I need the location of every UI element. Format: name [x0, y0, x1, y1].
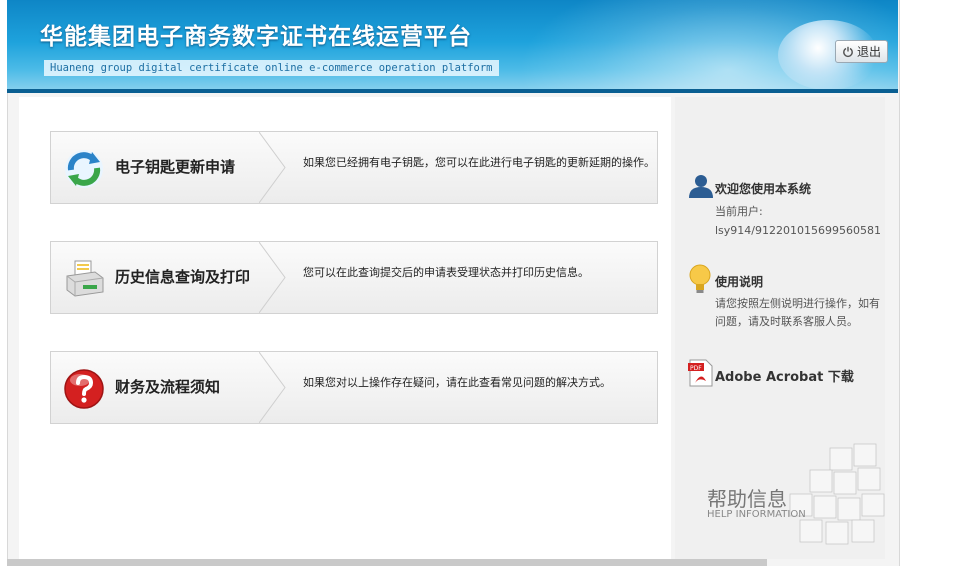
- card-history-query[interactable]: 历史信息查询及打印 您可以在此查询提交后的申请表受理状态并打印历史信息。: [50, 241, 658, 314]
- svg-text:PDF: PDF: [690, 365, 702, 372]
- cubes-illustration: [789, 443, 885, 545]
- lightbulb-icon: [689, 264, 711, 293]
- user-icon: [689, 175, 713, 198]
- page-title: 华能集团电子商务数字证书在线运营平台: [40, 24, 472, 50]
- header-banner: 华能集团电子商务数字证书在线运营平台 Huaneng group digital…: [7, 0, 898, 93]
- card-key-renewal[interactable]: 电子钥匙更新申请 如果您已经拥有电子钥匙，您可以在此进行电子钥匙的更新延期的操作…: [50, 131, 658, 204]
- printer-icon: [66, 260, 104, 297]
- card-label: 财务及流程须知: [115, 378, 221, 396]
- separator-arrow: [259, 242, 286, 313]
- separator-arrow: [259, 132, 286, 203]
- card-label: 历史信息查询及打印: [115, 268, 251, 286]
- power-icon: [843, 46, 853, 57]
- card-description: 您可以在此查询提交后的申请表受理状态并打印历史信息。: [303, 266, 589, 279]
- card-label: 电子钥匙更新申请: [115, 158, 236, 176]
- separator-arrow: [259, 352, 286, 423]
- help-title: 帮助信息: [707, 487, 787, 511]
- pdf-icon: PDF: [688, 359, 713, 387]
- usage-title: 使用说明: [715, 275, 764, 289]
- current-user-label: 当前用户:: [715, 205, 763, 218]
- card-finance-process[interactable]: 财务及流程须知 如果您对以上操作存在疑问，请在此查看常见问题的解决方式。: [50, 351, 658, 424]
- card-description: 如果您对以上操作存在疑问，请在此查看常见问题的解决方式。: [303, 376, 611, 389]
- welcome-title: 欢迎您使用本系统: [715, 182, 812, 196]
- logout-label: 退出: [856, 45, 881, 59]
- usage-text: 请您按照左侧说明进行操作，如有问题，请及时联系客服人员。: [715, 297, 880, 328]
- card-description: 如果您已经拥有电子钥匙，您可以在此进行电子钥匙的更新延期的操作。: [303, 156, 655, 169]
- question-icon: [64, 369, 104, 409]
- horizontal-scrollbar[interactable]: [7, 559, 767, 566]
- acrobat-download-link[interactable]: Adobe Acrobat 下载: [715, 366, 854, 385]
- current-user-value: lsy914/912201015699560581: [715, 224, 881, 237]
- help-subtitle: HELP INFORMATION: [707, 509, 806, 520]
- logout-button[interactable]: 退出: [835, 40, 888, 63]
- refresh-icon: [65, 150, 103, 188]
- page-subtitle: Huaneng group digital certificate online…: [44, 60, 499, 76]
